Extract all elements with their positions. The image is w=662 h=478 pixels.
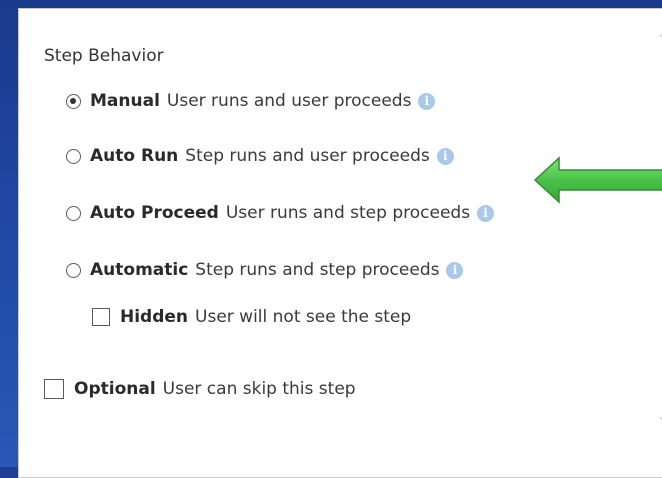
hidden-checkbox-row[interactable]: Hidden User will not see the step — [92, 307, 411, 327]
option-title: Auto Proceed — [90, 203, 219, 223]
radio-option-automatic[interactable]: Automatic Step runs and step proceeds i — [66, 260, 464, 280]
checkbox-title: Hidden — [120, 307, 189, 327]
step-behavior-label: Step Behavior — [44, 46, 164, 66]
option-description: User runs and user proceeds — [166, 91, 412, 111]
radio-option-manual[interactable]: Manual User runs and user proceeds i — [66, 91, 436, 111]
info-icon[interactable]: i — [436, 147, 454, 165]
checkbox-title: Optional — [74, 379, 156, 399]
radio-option-auto-run[interactable]: Auto Run Step runs and user proceeds i — [66, 146, 454, 166]
radio-button-automatic[interactable] — [66, 262, 81, 278]
radio-button-auto-run[interactable] — [66, 148, 81, 164]
optional-checkbox[interactable] — [44, 379, 64, 399]
option-description: User runs and step proceeds — [225, 203, 471, 223]
green-arrow-icon — [533, 156, 662, 204]
checkbox-description: User can skip this step — [162, 379, 356, 399]
radio-button-manual[interactable] — [66, 93, 81, 109]
optional-checkbox-row[interactable]: Optional User can skip this step — [44, 379, 356, 399]
radio-button-auto-proceed[interactable] — [66, 205, 81, 221]
info-icon[interactable]: i — [418, 92, 436, 110]
option-title: Auto Run — [90, 146, 179, 166]
radio-option-auto-proceed[interactable]: Auto Proceed User runs and step proceeds… — [66, 203, 495, 223]
option-description: Step runs and step proceeds — [195, 260, 440, 280]
checkbox-description: User will not see the step — [195, 307, 412, 327]
hidden-checkbox[interactable] — [92, 308, 110, 326]
info-icon[interactable]: i — [477, 204, 495, 222]
option-title: Manual — [90, 91, 160, 111]
option-description: Step runs and user proceeds — [185, 146, 430, 166]
step-properties-panel — [18, 8, 662, 478]
info-icon[interactable]: i — [446, 261, 464, 279]
option-title: Automatic — [90, 260, 189, 280]
